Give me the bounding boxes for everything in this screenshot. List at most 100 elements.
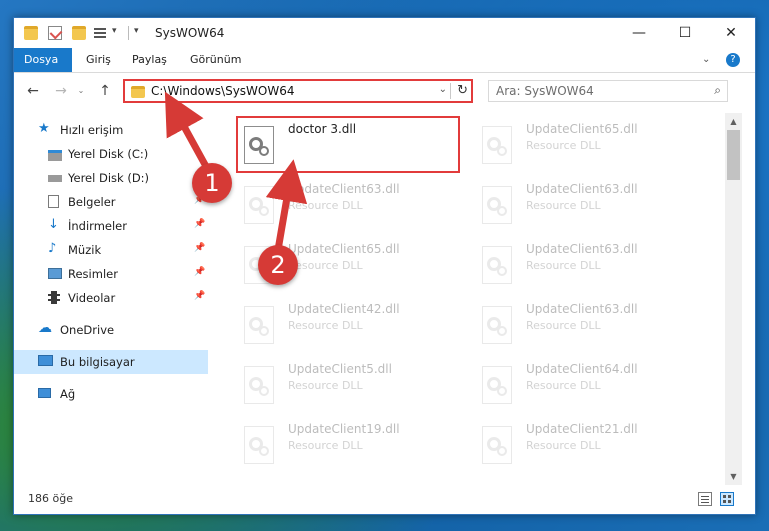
dropdown-arrow-icon[interactable]: ▾ [112, 26, 117, 36]
documents-icon [48, 195, 59, 208]
sidebar-item-onedrive[interactable]: ☁ OneDrive [14, 318, 208, 342]
navigation-bar: ← → ⌄ ↑ C:\Windows\SysWOW64 ⌄ ↻ Ara: Sys… [14, 73, 755, 109]
pin-icon[interactable]: 📌 [194, 291, 205, 301]
status-bar: 186 öğe [14, 488, 755, 512]
file-name: UpdateClient21.dll [526, 422, 638, 436]
tab-paylas[interactable]: Paylaş [122, 48, 177, 72]
file-type: Resource DLL [526, 199, 601, 212]
details-view-icon[interactable] [698, 492, 712, 506]
star-icon: ★ [38, 121, 50, 136]
pin-icon[interactable]: 📌 [194, 243, 205, 253]
file-item[interactable]: UpdateClient21.dll Resource DLL [467, 418, 687, 472]
sidebar-item-documents[interactable]: Belgeler 📌 [14, 190, 208, 214]
dll-file-icon [244, 186, 274, 224]
videos-icon [48, 291, 60, 304]
pin-icon[interactable]: 📌 [194, 219, 205, 229]
back-arrow-icon[interactable]: ← [24, 82, 42, 100]
file-name: UpdateClient65.dll [526, 122, 638, 136]
up-arrow-icon[interactable]: ↑ [96, 82, 114, 100]
quick-access-dropdown-icon[interactable]: ▾ [134, 26, 139, 36]
forward-arrow-icon[interactable]: → [52, 82, 70, 100]
large-icons-view-icon[interactable] [720, 492, 734, 506]
file-name: UpdateClient63.dll [288, 182, 400, 196]
navigation-pane: ★ Hızlı erişim Yerel Disk (C:) Yerel Dis… [14, 110, 208, 478]
sidebar-item-label: Resimler [68, 267, 118, 281]
expand-ribbon-icon[interactable]: ⌄ [702, 48, 710, 72]
sidebar-item-music[interactable]: ♪ Müzik 📌 [14, 238, 208, 262]
search-icon[interactable]: ⌕ [714, 83, 721, 98]
sidebar-item-network[interactable]: Ağ [14, 382, 208, 406]
file-type: Resource DLL [288, 319, 363, 332]
sidebar-item-label: Müzik [68, 243, 102, 257]
recent-locations-icon[interactable]: ⌄ [72, 82, 90, 100]
customize-toolbar-icon[interactable] [94, 26, 108, 40]
music-icon: ♪ [48, 241, 57, 256]
vertical-scrollbar[interactable]: ▲ ▼ [725, 113, 742, 485]
address-bar[interactable]: C:\Windows\SysWOW64 ⌄ ↻ [123, 79, 473, 103]
file-type: Resource DLL [288, 439, 363, 452]
item-count: 186 öğe [28, 492, 73, 505]
search-box[interactable]: Ara: SysWOW64 ⌕ [488, 80, 728, 102]
file-item[interactable]: UpdateClient19.dll Resource DLL [229, 418, 449, 472]
file-name: UpdateClient65.dll [288, 242, 400, 256]
sidebar-item-pictures[interactable]: Resimler 📌 [14, 262, 208, 286]
scroll-up-icon[interactable]: ▲ [725, 113, 742, 130]
file-explorer-window: ▾ ▾ SysWOW64 — ☐ ✕ Dosya Giriş Paylaş Gö… [13, 17, 756, 515]
sidebar-item-disk-c[interactable]: Yerel Disk (C:) [14, 142, 208, 166]
download-icon: ↓ [48, 217, 59, 232]
file-name: UpdateClient19.dll [288, 422, 400, 436]
file-item[interactable]: UpdateClient63.dll Resource DLL [467, 238, 687, 292]
properties-icon[interactable] [48, 26, 63, 40]
pin-icon[interactable]: 📌 [194, 267, 205, 277]
sidebar-item-label: Yerel Disk (D:) [68, 171, 150, 185]
address-folder-icon [131, 86, 145, 98]
sidebar-item-videos[interactable]: Videolar 📌 [14, 286, 208, 310]
help-icon[interactable]: ? [726, 53, 740, 67]
sidebar-item-label: OneDrive [60, 323, 115, 337]
sidebar-item-label: Bu bilgisayar [60, 355, 135, 369]
scroll-down-icon[interactable]: ▼ [725, 468, 742, 485]
close-button[interactable]: ✕ [708, 18, 754, 48]
refresh-icon[interactable]: ↻ [457, 83, 468, 98]
window-title: SysWOW64 [155, 26, 225, 40]
new-folder-icon[interactable] [72, 26, 86, 40]
file-name: UpdateClient63.dll [526, 302, 638, 316]
sidebar-item-label: Hızlı erişim [60, 123, 124, 137]
sidebar-item-disk-d[interactable]: Yerel Disk (D:) [14, 166, 208, 190]
search-placeholder: Ara: SysWOW64 [496, 84, 594, 98]
maximize-button[interactable]: ☐ [662, 18, 708, 48]
sidebar-item-downloads[interactable]: ↓ İndirmeler 📌 [14, 214, 208, 238]
file-type: Resource DLL [526, 259, 601, 272]
file-name: UpdateClient42.dll [288, 302, 400, 316]
address-dropdown-icon[interactable]: ⌄ [439, 84, 447, 95]
file-type: Resource DLL [526, 319, 601, 332]
minimize-button[interactable]: — [616, 18, 662, 48]
file-name: UpdateClient63.dll [526, 182, 638, 196]
tab-giris[interactable]: Giriş [76, 48, 121, 72]
file-item[interactable]: UpdateClient42.dll Resource DLL [229, 298, 449, 352]
tab-dosya[interactable]: Dosya [14, 48, 72, 72]
network-icon [38, 388, 51, 398]
title-separator [128, 26, 129, 40]
scroll-thumb[interactable] [727, 130, 740, 180]
drive-icon [48, 175, 62, 182]
file-item[interactable]: UpdateClient63.dll Resource DLL [467, 178, 687, 232]
file-item[interactable]: UpdateClient5.dll Resource DLL [229, 358, 449, 412]
sidebar-item-label: Yerel Disk (C:) [68, 147, 149, 161]
title-bar: ▾ ▾ SysWOW64 — ☐ ✕ [14, 18, 755, 48]
file-item[interactable]: UpdateClient63.dll Resource DLL [229, 178, 449, 232]
file-type: Resource DLL [288, 379, 363, 392]
dll-file-icon [482, 246, 512, 284]
file-item[interactable]: UpdateClient64.dll Resource DLL [467, 358, 687, 412]
sidebar-item-label: İndirmeler [68, 219, 127, 233]
tab-gorunum[interactable]: Görünüm [180, 48, 251, 72]
file-item[interactable]: UpdateClient63.dll Resource DLL [467, 298, 687, 352]
file-item[interactable]: UpdateClient65.dll Resource DLL [467, 118, 687, 172]
sidebar-item-label: Belgeler [68, 195, 116, 209]
sidebar-item-this-pc[interactable]: Bu bilgisayar [14, 350, 208, 374]
address-path[interactable]: C:\Windows\SysWOW64 [151, 84, 295, 98]
sidebar-item-quick-access[interactable]: ★ Hızlı erişim [14, 118, 208, 142]
file-type: Resource DLL [526, 439, 601, 452]
folder-icon [24, 26, 38, 40]
file-type: Resource DLL [526, 379, 601, 392]
